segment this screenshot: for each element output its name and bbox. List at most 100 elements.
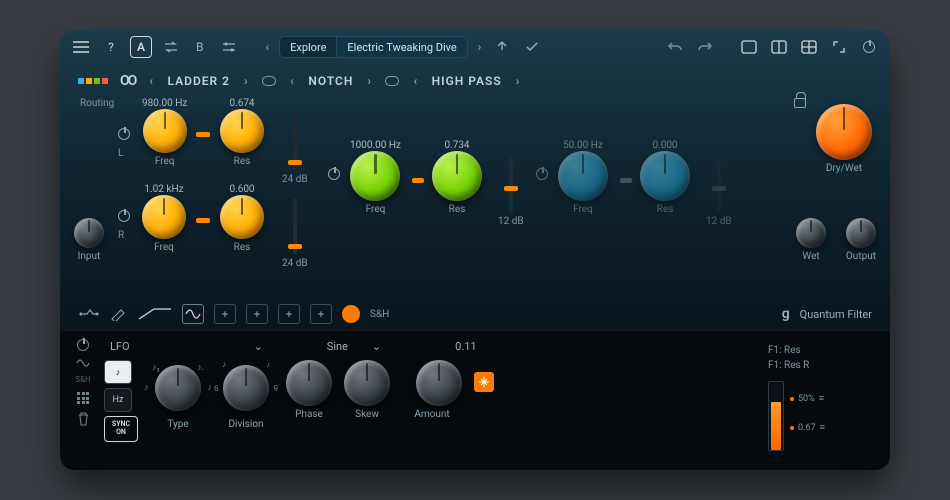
f1-freq-r-knob[interactable] bbox=[142, 195, 186, 239]
f3-freq-knob[interactable] bbox=[558, 151, 608, 201]
lfo-phase-knob[interactable] bbox=[286, 360, 332, 406]
menu-icon[interactable] bbox=[70, 36, 92, 58]
mod-slot-4[interactable]: + bbox=[310, 304, 332, 324]
lfo-type-dropdown-icon[interactable]: ⌄ bbox=[254, 340, 263, 353]
mod-slot-2[interactable]: + bbox=[246, 304, 268, 324]
lfo-main: LFO ⌄ Sine ⌄ 0.11 ♪ Hz SYNCON ♪ bbox=[104, 339, 762, 442]
f2-prev-icon[interactable]: ‹ bbox=[288, 74, 296, 88]
view-2-icon[interactable] bbox=[768, 36, 790, 58]
lfo-sync-toggle[interactable]: SYNCON bbox=[104, 416, 138, 442]
undo-icon[interactable] bbox=[664, 36, 686, 58]
mod-slot-3[interactable]: + bbox=[278, 304, 300, 324]
mod-assign-button[interactable] bbox=[474, 372, 494, 392]
f1-res-r-knob[interactable] bbox=[220, 195, 264, 239]
f2-freq-value: 1000.00 Hz bbox=[350, 140, 401, 151]
resize-icon[interactable] bbox=[828, 36, 850, 58]
trash-icon[interactable] bbox=[77, 412, 90, 426]
matrix-icon[interactable] bbox=[77, 392, 89, 404]
f1-next-icon[interactable]: › bbox=[242, 74, 250, 88]
filter2-type[interactable]: NOTCH bbox=[308, 74, 353, 88]
mod-slot-1[interactable]: + bbox=[214, 304, 236, 324]
f3-prev-icon[interactable]: ‹ bbox=[411, 74, 419, 88]
lfo-target-1[interactable]: F1: Res bbox=[768, 345, 878, 356]
lfo-wave-icon[interactable] bbox=[182, 304, 204, 324]
filter-tabs: OO ‹ LADDER 2 › ‹ NOTCH › ‹ HIGH PASS › bbox=[60, 64, 890, 98]
lfo-target-2[interactable]: F1: Res R bbox=[768, 360, 878, 371]
f3-freq-value: 50.00 Hz bbox=[563, 140, 603, 151]
meter-menu-2-icon[interactable]: ≡ bbox=[820, 422, 825, 433]
f1-l-label: L bbox=[118, 148, 123, 159]
f2-next-icon[interactable]: › bbox=[365, 74, 373, 88]
preset-name[interactable]: Electric Tweaking Dive bbox=[336, 36, 467, 58]
mod-active-dot[interactable] bbox=[342, 305, 360, 323]
ramp-icon[interactable] bbox=[138, 306, 172, 322]
env-shape-icon[interactable] bbox=[78, 307, 100, 321]
f3-power[interactable] bbox=[536, 168, 548, 180]
meter-value-067: 0.67 bbox=[798, 423, 816, 433]
redo-icon[interactable] bbox=[694, 36, 716, 58]
f3-res-value: 0.000 bbox=[652, 140, 677, 151]
lfo-wave-dropdown-icon[interactable]: ⌄ bbox=[372, 340, 381, 353]
f2-power[interactable] bbox=[328, 168, 340, 180]
f2-slope-value: 12 dB bbox=[498, 216, 524, 227]
view-1-icon[interactable] bbox=[738, 36, 760, 58]
drywet-knob[interactable] bbox=[816, 104, 872, 160]
ab-swap-icon[interactable] bbox=[160, 36, 182, 58]
help-icon[interactable]: ? bbox=[100, 36, 122, 58]
f1-res-l-knob[interactable] bbox=[220, 109, 264, 153]
lfo-power-icon[interactable] bbox=[77, 339, 89, 351]
explore-button[interactable]: Explore bbox=[279, 36, 336, 58]
lfo-amount-knob[interactable] bbox=[416, 360, 462, 406]
lfo-division-knob[interactable] bbox=[223, 365, 269, 411]
f2-link-icon[interactable] bbox=[385, 76, 399, 86]
preset-next-icon[interactable]: › bbox=[476, 40, 484, 54]
power-icon[interactable] bbox=[858, 36, 880, 58]
f1-power-l[interactable] bbox=[118, 128, 130, 140]
lfo-type-label: Type bbox=[167, 419, 188, 430]
f2-res-knob[interactable] bbox=[432, 151, 482, 201]
f2-freq-knob[interactable] bbox=[350, 151, 400, 201]
f3-res-knob[interactable] bbox=[640, 151, 690, 201]
ab-slot-a[interactable]: A bbox=[130, 36, 152, 58]
lfo-note-mode[interactable]: ♪ bbox=[104, 360, 132, 384]
f1-res-r-label: Res bbox=[234, 242, 251, 253]
routing-icon[interactable] bbox=[78, 78, 108, 84]
brand-name: Quantum Filter bbox=[800, 308, 872, 321]
lfo-skew-label: Skew bbox=[355, 409, 379, 420]
lfo-type-knob[interactable] bbox=[155, 365, 201, 411]
preset-prev-icon[interactable]: ‹ bbox=[264, 40, 272, 54]
lfo-skew-knob[interactable] bbox=[344, 360, 390, 406]
filter1-type[interactable]: LADDER 2 bbox=[168, 74, 230, 88]
drywet-lock[interactable] bbox=[794, 98, 806, 108]
lfo-hz-mode[interactable]: Hz bbox=[104, 388, 132, 412]
preset-save-icon[interactable] bbox=[491, 36, 513, 58]
f1-prev-icon[interactable]: ‹ bbox=[147, 74, 155, 88]
input-knob[interactable] bbox=[74, 218, 104, 248]
sh-section-icon[interactable]: S&H bbox=[75, 375, 90, 384]
f1-link-icon[interactable] bbox=[262, 76, 276, 86]
meter-menu-1-icon[interactable]: ≡ bbox=[819, 393, 824, 404]
filter3-type[interactable]: HIGH PASS bbox=[432, 74, 502, 88]
wet-knob[interactable] bbox=[796, 218, 826, 248]
output-knob[interactable] bbox=[846, 218, 876, 248]
view-3-icon[interactable] bbox=[798, 36, 820, 58]
draw-icon[interactable] bbox=[110, 307, 128, 321]
preset-check-icon[interactable] bbox=[521, 36, 543, 58]
f3-slope-slider[interactable] bbox=[717, 156, 721, 212]
settings-sliders-icon[interactable] bbox=[218, 36, 240, 58]
lfo-wave-name[interactable]: Sine bbox=[327, 340, 348, 353]
f1-power-r[interactable] bbox=[118, 210, 130, 222]
meter-dot-1 bbox=[790, 397, 794, 401]
f3-next-icon[interactable]: › bbox=[514, 74, 522, 88]
routing-chain-icon[interactable]: OO bbox=[120, 73, 135, 89]
ab-slot-b[interactable]: B bbox=[190, 36, 209, 58]
moon-icon bbox=[402, 360, 412, 406]
f1-slope-r-slider[interactable] bbox=[293, 198, 297, 254]
preset-browser: Explore Electric Tweaking Dive bbox=[279, 36, 468, 58]
f1-slope-l-slider[interactable] bbox=[293, 114, 297, 170]
f2-slope-slider[interactable] bbox=[509, 156, 513, 212]
f2-link-dash bbox=[412, 178, 424, 183]
lfo-section-icon[interactable] bbox=[76, 359, 90, 367]
f1-freq-l-value: 980.00 Hz bbox=[142, 98, 187, 109]
f1-freq-l-knob[interactable] bbox=[143, 109, 187, 153]
